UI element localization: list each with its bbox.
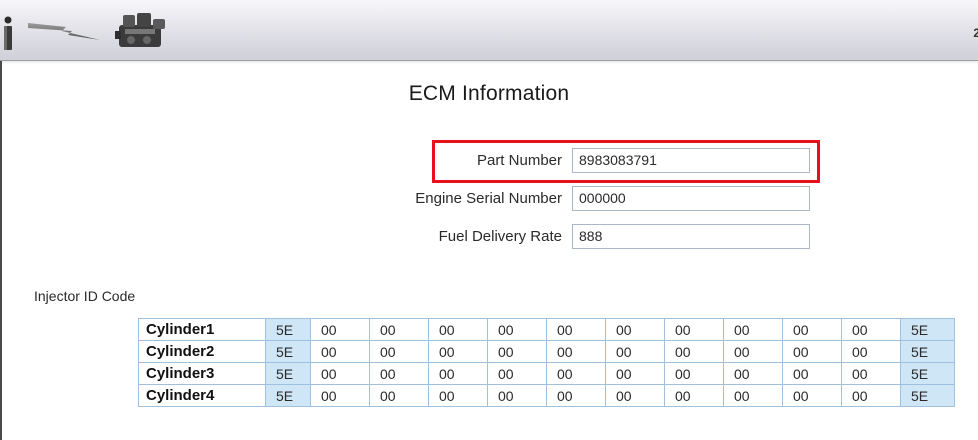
injector-cell[interactable]: 00 xyxy=(369,340,429,363)
injector-cell[interactable]: 00 xyxy=(723,384,783,407)
injector-cell[interactable]: 00 xyxy=(841,318,901,341)
cylinder-name: Cylinder3 xyxy=(138,362,266,385)
toolbar: 2 xyxy=(0,0,978,64)
injector-cell[interactable]: 00 xyxy=(841,340,901,363)
injector-cell[interactable]: 5E xyxy=(265,318,311,341)
injector-cell[interactable]: 00 xyxy=(310,384,370,407)
injector-cell[interactable]: 00 xyxy=(605,384,665,407)
injector-cell[interactable]: 00 xyxy=(546,340,606,363)
injector-cell[interactable]: 00 xyxy=(546,362,606,385)
injector-cell[interactable]: 00 xyxy=(664,362,724,385)
injector-cell[interactable]: 00 xyxy=(369,384,429,407)
injector-cell[interactable]: 00 xyxy=(487,318,547,341)
engine-serial-number-label: Engine Serial Number xyxy=(415,190,562,207)
injector-cell[interactable]: 5E xyxy=(265,362,311,385)
fuel-delivery-rate-field[interactable]: 888 xyxy=(572,224,810,249)
injector-cell[interactable]: 00 xyxy=(782,384,842,407)
injector-cell[interactable]: 00 xyxy=(605,362,665,385)
cylinder-name: Cylinder2 xyxy=(138,340,266,363)
injector-cell[interactable]: 00 xyxy=(428,318,488,341)
injector-cell[interactable]: 00 xyxy=(841,384,901,407)
page-title: ECM Information xyxy=(408,82,570,105)
injector-cell[interactable]: 00 xyxy=(310,318,370,341)
engine-serial-number-field[interactable]: 000000 xyxy=(572,186,810,211)
injector-cell[interactable]: 00 xyxy=(841,362,901,385)
engine-icon[interactable] xyxy=(115,11,169,56)
injector-cell[interactable]: 00 xyxy=(369,318,429,341)
injector-cell[interactable]: 00 xyxy=(723,362,783,385)
injector-cell[interactable]: 00 xyxy=(723,318,783,341)
injector-cell[interactable]: 00 xyxy=(782,340,842,363)
cylinder-name: Cylinder1 xyxy=(138,318,266,341)
injector-cell[interactable]: 00 xyxy=(605,318,665,341)
injector-cell[interactable]: 00 xyxy=(782,362,842,385)
injector-cell[interactable]: 00 xyxy=(782,318,842,341)
window-left-border xyxy=(0,0,2,440)
injector-cell[interactable]: 00 xyxy=(723,340,783,363)
toolbar-shadow xyxy=(0,60,978,64)
injector-cell[interactable]: 00 xyxy=(428,362,488,385)
toolbar-right-text: 2 xyxy=(973,26,978,40)
injector-cell[interactable]: 00 xyxy=(428,340,488,363)
table-row: Cylinder1 5E 00 00 00 00 00 00 00 00 00 … xyxy=(138,318,955,341)
injector-cell[interactable]: 5E xyxy=(265,340,311,363)
injector-id-code-label: Injector ID Code xyxy=(34,288,136,304)
table-row: Cylinder2 5E 00 00 00 00 00 00 00 00 00 … xyxy=(138,340,955,363)
injector-cell[interactable]: 00 xyxy=(487,362,547,385)
injector-cell[interactable]: 00 xyxy=(605,340,665,363)
injector-cell[interactable]: 5E xyxy=(900,318,955,341)
injector-cell[interactable]: 00 xyxy=(664,318,724,341)
table-row: Cylinder3 5E 00 00 00 00 00 00 00 00 00 … xyxy=(138,362,955,385)
injector-cell[interactable]: 5E xyxy=(900,340,955,363)
lightning-bolt-icon[interactable] xyxy=(28,20,100,47)
cylinder-name: Cylinder4 xyxy=(138,384,266,407)
info-icon[interactable] xyxy=(2,16,18,57)
injector-id-table: Cylinder1 5E 00 00 00 00 00 00 00 00 00 … xyxy=(138,318,955,407)
injector-cell[interactable]: 00 xyxy=(369,362,429,385)
injector-cell[interactable]: 5E xyxy=(265,384,311,407)
injector-cell[interactable]: 00 xyxy=(310,362,370,385)
injector-cell[interactable]: 00 xyxy=(546,384,606,407)
table-row: Cylinder4 5E 00 00 00 00 00 00 00 00 00 … xyxy=(138,384,955,407)
injector-cell[interactable]: 00 xyxy=(310,340,370,363)
injector-cell[interactable]: 5E xyxy=(900,362,955,385)
injector-cell[interactable]: 00 xyxy=(664,340,724,363)
injector-cell[interactable]: 00 xyxy=(546,318,606,341)
injector-cell[interactable]: 00 xyxy=(428,384,488,407)
injector-cell[interactable]: 00 xyxy=(487,384,547,407)
injector-cell[interactable]: 00 xyxy=(664,384,724,407)
injector-cell[interactable]: 00 xyxy=(487,340,547,363)
part-number-highlight xyxy=(432,140,820,183)
injector-cell[interactable]: 5E xyxy=(900,384,955,407)
fuel-delivery-rate-label: Fuel Delivery Rate xyxy=(438,228,562,245)
